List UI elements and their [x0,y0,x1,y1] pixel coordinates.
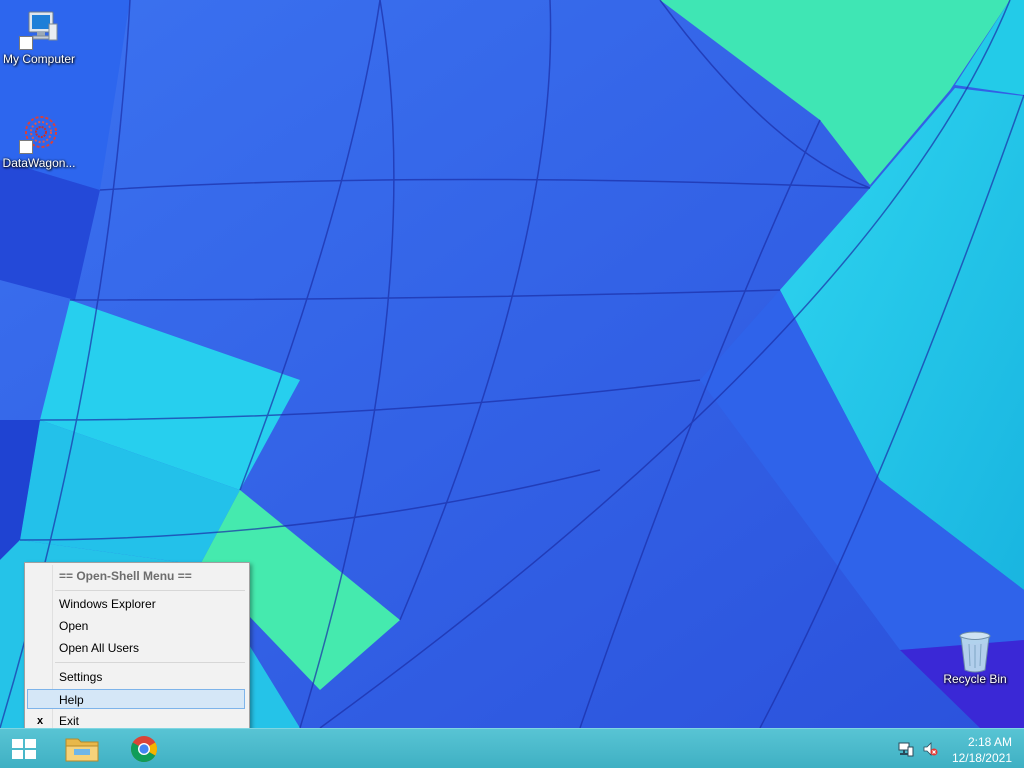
taskbar: 2:18 AM 12/18/2021 [0,728,1024,768]
menu-item-help[interactable]: Help [27,689,245,709]
taskbar-file-explorer[interactable] [54,729,110,768]
recycle-bin-icon [955,630,995,673]
taskbar-chrome[interactable] [116,729,172,768]
network-icon[interactable] [898,741,914,757]
datawagon-icon [19,114,59,154]
shortcut-arrow-icon [19,140,33,154]
open-shell-context-menu: == Open-Shell Menu == Windows Explorer O… [24,562,250,736]
menu-item-open-all-users[interactable]: Open All Users [27,638,245,658]
windows-start-icon [12,739,36,759]
desktop-icon-my-computer[interactable]: My Computer [0,10,78,66]
chrome-icon [131,736,158,763]
menu-item-windows-explorer[interactable]: Windows Explorer [27,594,245,614]
menu-separator [55,662,245,663]
shortcut-arrow-icon [19,36,33,50]
menu-separator [55,590,245,591]
desktop-icon-datawagon[interactable]: DataWagon... [0,114,78,170]
file-explorer-icon [65,738,99,762]
volume-muted-icon[interactable] [922,741,938,757]
computer-icon [19,10,59,50]
desktop-icon-label: DataWagon... [2,156,76,170]
desktop-icon-label: Recycle Bin [943,672,1007,686]
taskbar-clock[interactable]: 2:18 AM 12/18/2021 [952,734,1012,766]
clock-date: 12/18/2021 [951,751,1012,765]
clock-time: 2:18 AM [967,735,1012,749]
start-button[interactable] [0,729,48,768]
desktop-icon-label: My Computer [2,52,76,66]
menu-header: == Open-Shell Menu == [59,569,192,583]
menu-item-settings[interactable]: Settings [27,667,245,687]
desktop-icon-recycle-bin[interactable]: Recycle Bin [936,630,1014,686]
menu-item-open[interactable]: Open [27,616,245,636]
